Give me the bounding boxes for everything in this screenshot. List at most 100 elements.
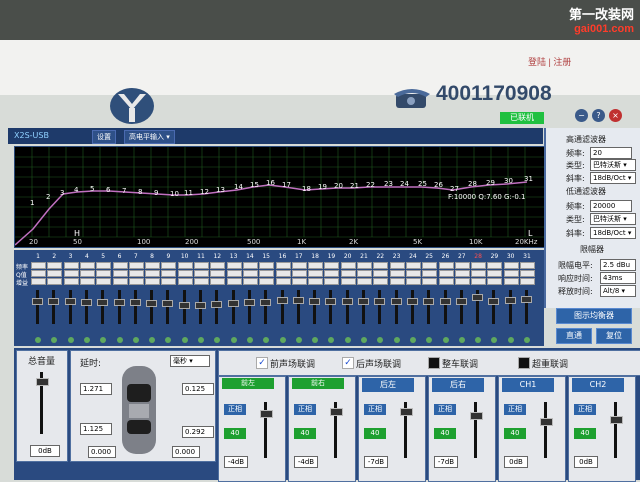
phase-button[interactable]: 正相 [294, 404, 316, 415]
band-gain-knob[interactable] [243, 299, 255, 306]
eq-point-label[interactable]: 26 [434, 181, 443, 189]
band-param-field[interactable] [63, 278, 79, 285]
band-number[interactable]: 20 [341, 253, 355, 260]
band-gain-knob[interactable] [423, 298, 435, 305]
channel-mute-button[interactable]: 40 [294, 428, 316, 439]
band-gain-slider[interactable] [329, 290, 333, 324]
channel-fader-knob[interactable] [400, 408, 413, 416]
band-param-field[interactable] [389, 262, 405, 269]
band-gain-knob[interactable] [521, 296, 532, 303]
band-gain-slider[interactable] [247, 290, 251, 324]
eq-point-label[interactable]: 25 [418, 180, 427, 188]
delay-unit-select[interactable]: 毫秒 ▾ [170, 355, 210, 367]
eq-graph-button[interactable]: 图示均衡器 [556, 308, 632, 324]
band-enable-indicator[interactable] [246, 337, 253, 343]
band-gain-slider[interactable] [101, 290, 105, 324]
band-param-field[interactable] [226, 278, 242, 285]
band-param-field[interactable] [520, 278, 535, 285]
band-param-field[interactable] [454, 262, 470, 269]
bypass-button[interactable]: 直通 [556, 328, 592, 344]
band-gain-knob[interactable] [113, 299, 125, 306]
all-link-checkbox[interactable] [428, 357, 440, 369]
eq-point-label[interactable]: 6 [106, 186, 111, 194]
band-gain-slider[interactable] [492, 290, 496, 324]
channel-fader-knob[interactable] [540, 418, 553, 426]
band-param-field[interactable] [340, 270, 356, 277]
band-param-field[interactable] [275, 278, 291, 285]
eq-point-label[interactable]: 5 [90, 185, 94, 193]
channel-fader-knob[interactable] [330, 408, 343, 416]
band-param-field[interactable] [340, 278, 356, 285]
band-param-field[interactable] [259, 278, 275, 285]
band-gain-slider[interactable] [84, 290, 88, 324]
band-param-field[interactable] [454, 278, 470, 285]
band-number[interactable]: 27 [455, 253, 469, 260]
band-param-field[interactable] [177, 262, 193, 269]
band-number[interactable]: 16 [276, 253, 290, 260]
band-enable-indicator[interactable] [524, 337, 530, 343]
band-param-field[interactable] [373, 270, 389, 277]
band-gain-knob[interactable] [472, 294, 484, 301]
eq-point-label[interactable]: 8 [138, 188, 142, 196]
band-param-field[interactable] [128, 270, 144, 277]
eq-point-label[interactable]: 11 [184, 189, 193, 197]
band-gain-knob[interactable] [504, 297, 516, 304]
band-param-field[interactable] [438, 278, 454, 285]
band-param-field[interactable] [471, 262, 487, 269]
eq-point-label[interactable]: 29 [486, 179, 495, 187]
band-param-field[interactable] [487, 262, 503, 269]
help-button[interactable]: ? [592, 109, 605, 122]
lowpass-freq-input[interactable]: 20000 [590, 200, 632, 212]
eq-point-label[interactable]: 21 [350, 182, 359, 190]
band-number[interactable]: 17 [292, 253, 306, 260]
band-param-field[interactable] [47, 270, 63, 277]
band-gain-knob[interactable] [178, 302, 190, 309]
band-enable-indicator[interactable] [344, 337, 351, 343]
band-param-field[interactable] [503, 278, 519, 285]
band-gain-knob[interactable] [292, 297, 304, 304]
band-param-field[interactable] [275, 262, 291, 269]
band-gain-slider[interactable] [36, 290, 39, 324]
band-param-field[interactable] [357, 262, 372, 269]
band-enable-indicator[interactable] [35, 337, 41, 343]
band-param-field[interactable] [128, 262, 144, 269]
band-gain-slider[interactable] [362, 290, 365, 324]
channel-mute-button[interactable]: 40 [504, 428, 526, 439]
band-number[interactable]: 18 [308, 253, 322, 260]
eq-point-label[interactable]: 10 [170, 190, 179, 198]
band-number[interactable]: 14 [243, 253, 257, 260]
band-param-field[interactable] [96, 270, 112, 277]
delay-ch1[interactable]: 0.000 [88, 446, 116, 458]
eq-point-label[interactable]: 22 [366, 181, 375, 189]
band-number[interactable]: 29 [487, 253, 501, 260]
eq-point-label[interactable]: 27 [450, 185, 459, 193]
band-gain-slider[interactable] [117, 290, 121, 324]
band-enable-indicator[interactable] [295, 337, 302, 343]
band-param-field[interactable] [275, 270, 291, 277]
band-gain-slider[interactable] [459, 290, 463, 324]
band-enable-indicator[interactable] [361, 337, 367, 343]
band-gain-slider[interactable] [264, 290, 268, 324]
band-param-field[interactable] [226, 270, 242, 277]
band-number[interactable]: 1 [31, 253, 45, 260]
channel-fader-track[interactable] [474, 402, 477, 458]
band-param-field[interactable] [438, 270, 454, 277]
phase-button[interactable]: 正相 [574, 404, 596, 415]
phase-button[interactable]: 正相 [434, 404, 456, 415]
channel-name-button[interactable]: 后左 [362, 378, 414, 392]
phase-button[interactable]: 正相 [364, 404, 386, 415]
band-number[interactable]: 22 [373, 253, 387, 260]
band-param-field[interactable] [389, 270, 405, 277]
band-param-field[interactable] [177, 270, 193, 277]
band-param-field[interactable] [210, 262, 226, 269]
band-param-field[interactable] [422, 262, 438, 269]
band-gain-knob[interactable] [48, 298, 60, 305]
eq-point-label[interactable]: 13 [216, 186, 225, 194]
band-number[interactable]: 24 [406, 253, 420, 260]
band-enable-indicator[interactable] [507, 337, 514, 343]
delay-front-left[interactable]: 1.271 [80, 383, 112, 395]
front-link-checkbox[interactable]: ✓ [256, 357, 268, 369]
band-gain-knob[interactable] [341, 298, 353, 305]
band-gain-knob[interactable] [227, 300, 239, 307]
band-gain-knob[interactable] [146, 300, 158, 307]
